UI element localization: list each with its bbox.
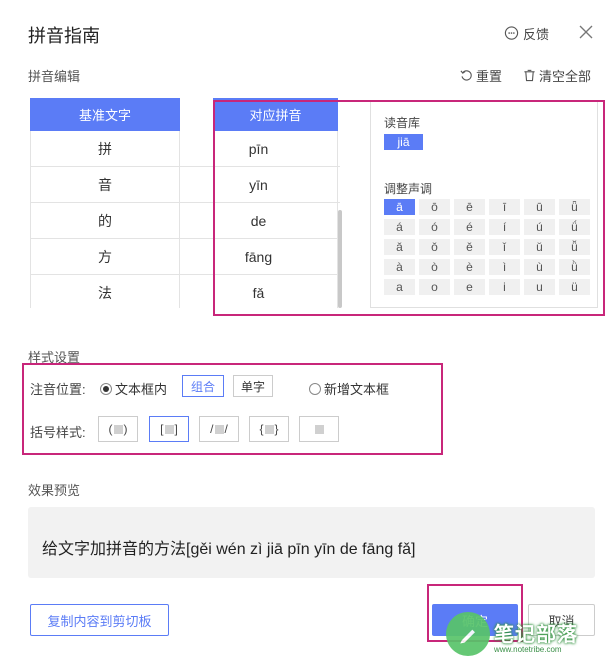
- feedback-label: 反馈: [523, 27, 550, 42]
- clear-all-label: 清空全部: [539, 69, 592, 84]
- preview-label: 效果预览: [28, 483, 81, 498]
- trash-icon: [524, 69, 535, 82]
- copy-to-clipboard-button[interactable]: 复制内容到剪切板: [30, 604, 169, 636]
- pinyin-edit-label: 拼音编辑: [28, 69, 81, 84]
- clear-all-button[interactable]: 清空全部: [523, 66, 591, 85]
- watermark-logo-icon: [446, 612, 490, 656]
- base-char-cell[interactable]: 法: [30, 275, 180, 308]
- base-char-cell[interactable]: 音: [30, 167, 180, 202]
- base-char-cell[interactable]: 的: [30, 203, 180, 238]
- close-icon[interactable]: [576, 22, 596, 42]
- preview-text: 给文字加拼音的方法[gěi wén zì jiā pīn yīn de fāng…: [42, 541, 416, 558]
- reset-label: 重置: [476, 69, 503, 84]
- reset-icon: [460, 70, 472, 81]
- watermark-text: 笔记部落: [494, 624, 578, 646]
- base-char-cell[interactable]: 拼: [30, 131, 180, 166]
- header-base-text: 基准文字: [30, 98, 180, 131]
- highlight-box-style: [22, 363, 443, 455]
- watermark-url: www.notetribe.com: [494, 645, 562, 654]
- chat-bubble-icon: [504, 26, 519, 40]
- highlight-box-pinyin: [213, 100, 605, 316]
- base-char-cell[interactable]: 方: [30, 239, 180, 274]
- reset-button[interactable]: 重置: [460, 66, 502, 85]
- feedback-button[interactable]: 反馈: [504, 24, 549, 43]
- dialog-title: 拼音指南: [28, 26, 100, 46]
